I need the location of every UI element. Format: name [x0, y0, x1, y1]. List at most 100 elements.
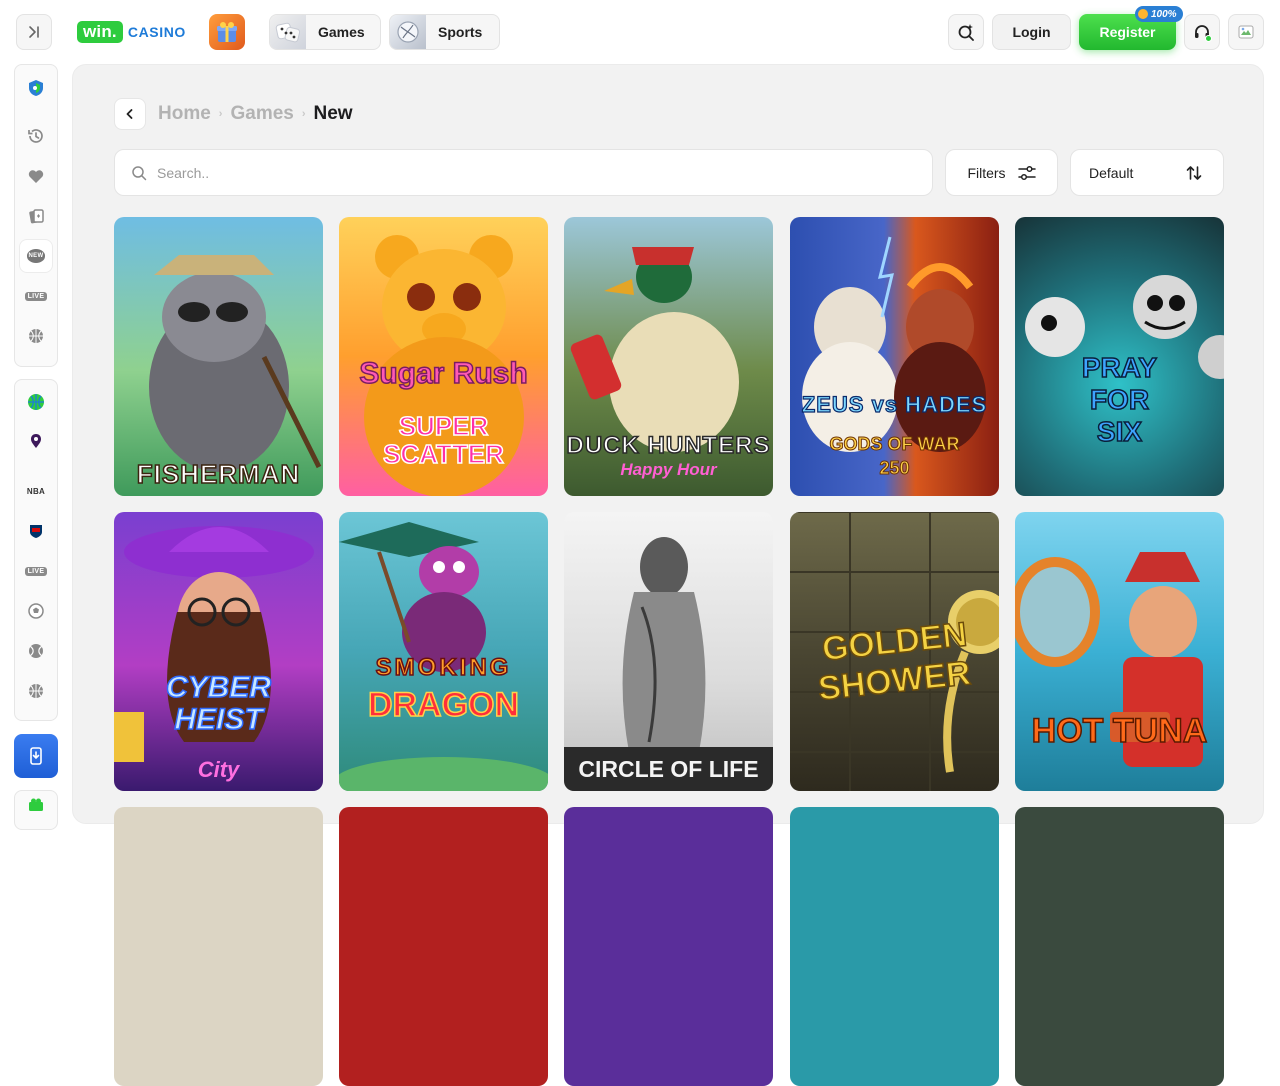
- history-icon: [28, 129, 43, 143]
- game-search-box: [114, 149, 933, 196]
- game-title: ZEUS vs HADES: [801, 392, 988, 418]
- game-tile[interactable]: Sugar Rush SUPER SCATTER: [339, 217, 548, 496]
- tennis-ball-icon: [29, 644, 43, 658]
- sports-ball-icon: [28, 394, 44, 410]
- gift-icon: [217, 22, 237, 42]
- search-sparkle-icon: [958, 24, 974, 41]
- sidebar-item-soccer[interactable]: [20, 595, 52, 627]
- game-tile[interactable]: DUCK HUNTERS Happy Hour: [564, 217, 773, 496]
- logo-win: win.: [77, 21, 123, 43]
- cards-icon: [29, 209, 44, 224]
- sidebar-item-recent[interactable]: [20, 120, 52, 152]
- flag-icon: [1238, 25, 1254, 39]
- new-badge: NEW: [26, 249, 46, 263]
- nfl-shield-icon: [30, 525, 42, 538]
- back-button[interactable]: [114, 98, 146, 130]
- nav-games[interactable]: Games: [269, 14, 381, 50]
- game-tile[interactable]: [1015, 807, 1224, 1086]
- sort-select[interactable]: Default: [1070, 149, 1224, 196]
- collapse-icon: [29, 26, 39, 38]
- basketball-icon: [29, 684, 43, 698]
- game-subtitle: Happy Hour: [620, 460, 717, 479]
- game-title: HOT TUNA: [1031, 712, 1208, 751]
- game-title: FISHERMAN: [136, 459, 301, 490]
- game-tile[interactable]: [790, 807, 999, 1086]
- game-subtitle: DRAGON: [367, 685, 520, 725]
- sidebar-collapse-button[interactable]: [16, 14, 52, 50]
- game-art-smoking-dragon: [339, 522, 548, 791]
- sidebar-item-nba[interactable]: NBA: [20, 475, 52, 507]
- search-icon: [132, 165, 147, 180]
- sidebar-item-cards[interactable]: [20, 200, 52, 232]
- nav-sports[interactable]: Sports: [389, 14, 500, 50]
- gift-box-icon[interactable]: [27, 797, 45, 811]
- live-badge-2: LIVE: [24, 566, 48, 576]
- heart-icon: [28, 170, 44, 183]
- breadcrumb-home[interactable]: Home: [158, 103, 211, 125]
- nav-sports-label: Sports: [438, 24, 483, 40]
- sidebar-item-live-sports[interactable]: LIVE: [20, 555, 52, 587]
- promo-gift-button[interactable]: [209, 14, 245, 50]
- support-button[interactable]: [1184, 14, 1220, 50]
- sidebar-item-basketball-2[interactable]: [20, 675, 52, 707]
- logo-casino: CASINO: [127, 24, 186, 40]
- premier-league-icon: [31, 434, 41, 448]
- sidebar-item-sports-ball[interactable]: [20, 386, 52, 418]
- top-bar: win. CASINO Games Sports Login Register …: [0, 0, 1280, 64]
- download-app-button[interactable]: [14, 734, 58, 778]
- game-tile[interactable]: CYBER HEIST City: [114, 512, 323, 791]
- basketball-icon: [29, 329, 43, 343]
- breadcrumb-separator-icon: ›: [301, 108, 306, 120]
- game-art-fisherman: [149, 255, 322, 472]
- login-button[interactable]: Login: [992, 14, 1071, 50]
- game-tile[interactable]: FISHERMAN: [114, 217, 323, 496]
- phone-download-icon: [30, 747, 42, 765]
- sidebar-sports-group: NBA LIVE: [14, 379, 58, 721]
- sidebar-item-security[interactable]: [20, 72, 52, 104]
- chevron-left-icon: [126, 109, 133, 119]
- game-title: SMOKING: [375, 653, 512, 682]
- game-tile[interactable]: PRAY FOR SIX: [1015, 217, 1224, 496]
- dice-icon: [270, 15, 306, 49]
- game-title: CIRCLE OF LIFE: [578, 756, 759, 782]
- sidebar-item-premier-league[interactable]: [20, 425, 52, 457]
- sidebar-bottom-group: [14, 790, 58, 830]
- sidebar-item-favorites[interactable]: [20, 160, 52, 192]
- sidebar-item-nfl[interactable]: [20, 515, 52, 547]
- bonus-badge: 100%: [1135, 6, 1183, 22]
- main-content: Home › Games › New Filters Default: [72, 64, 1264, 1086]
- live-badge: LIVE: [24, 291, 48, 301]
- nba-label: NBA: [26, 486, 46, 496]
- shield-icon: [29, 80, 43, 96]
- brand-logo[interactable]: win. CASINO: [77, 21, 186, 43]
- game-tile[interactable]: HOT TUNA: [1015, 512, 1224, 791]
- breadcrumb-current: New: [313, 103, 353, 124]
- sidebar-casino-group: NEW LIVE: [14, 64, 58, 367]
- game-subtitle: SUPER SCATTER: [382, 411, 504, 469]
- language-button[interactable]: [1228, 14, 1264, 50]
- game-tile[interactable]: [114, 807, 323, 1086]
- game-art-circle-of-life: [564, 537, 773, 791]
- bonus-badge-text: 100%: [1151, 8, 1177, 20]
- game-tile[interactable]: CIRCLE OF LIFE: [564, 512, 773, 791]
- nav-games-label: Games: [318, 24, 365, 40]
- soccer-ball-icon: [28, 603, 44, 619]
- game-title: DUCK HUNTERS: [566, 432, 771, 460]
- game-tile[interactable]: [564, 807, 773, 1086]
- game-title: Sugar Rush: [359, 356, 529, 391]
- global-search-button[interactable]: [948, 14, 984, 50]
- breadcrumb: Home › Games › New: [158, 100, 353, 128]
- game-tile[interactable]: SMOKING DRAGON: [339, 512, 548, 791]
- game-tile[interactable]: GOLDEN SHOWER: [790, 512, 999, 791]
- game-tile[interactable]: [339, 807, 548, 1086]
- sidebar-item-new[interactable]: NEW: [20, 240, 52, 272]
- game-search-input[interactable]: [157, 164, 897, 181]
- sidebar-item-basketball[interactable]: [20, 320, 52, 352]
- breadcrumb-games[interactable]: Games: [230, 103, 293, 125]
- filters-button[interactable]: Filters: [945, 149, 1058, 196]
- game-subtitle: City: [197, 757, 240, 782]
- sliders-icon: [1017, 165, 1036, 180]
- game-tile[interactable]: ZEUS vs HADES GODS OF WAR 250: [790, 217, 999, 496]
- sidebar-item-tennis[interactable]: [20, 635, 52, 667]
- sidebar-item-live[interactable]: LIVE: [20, 280, 52, 312]
